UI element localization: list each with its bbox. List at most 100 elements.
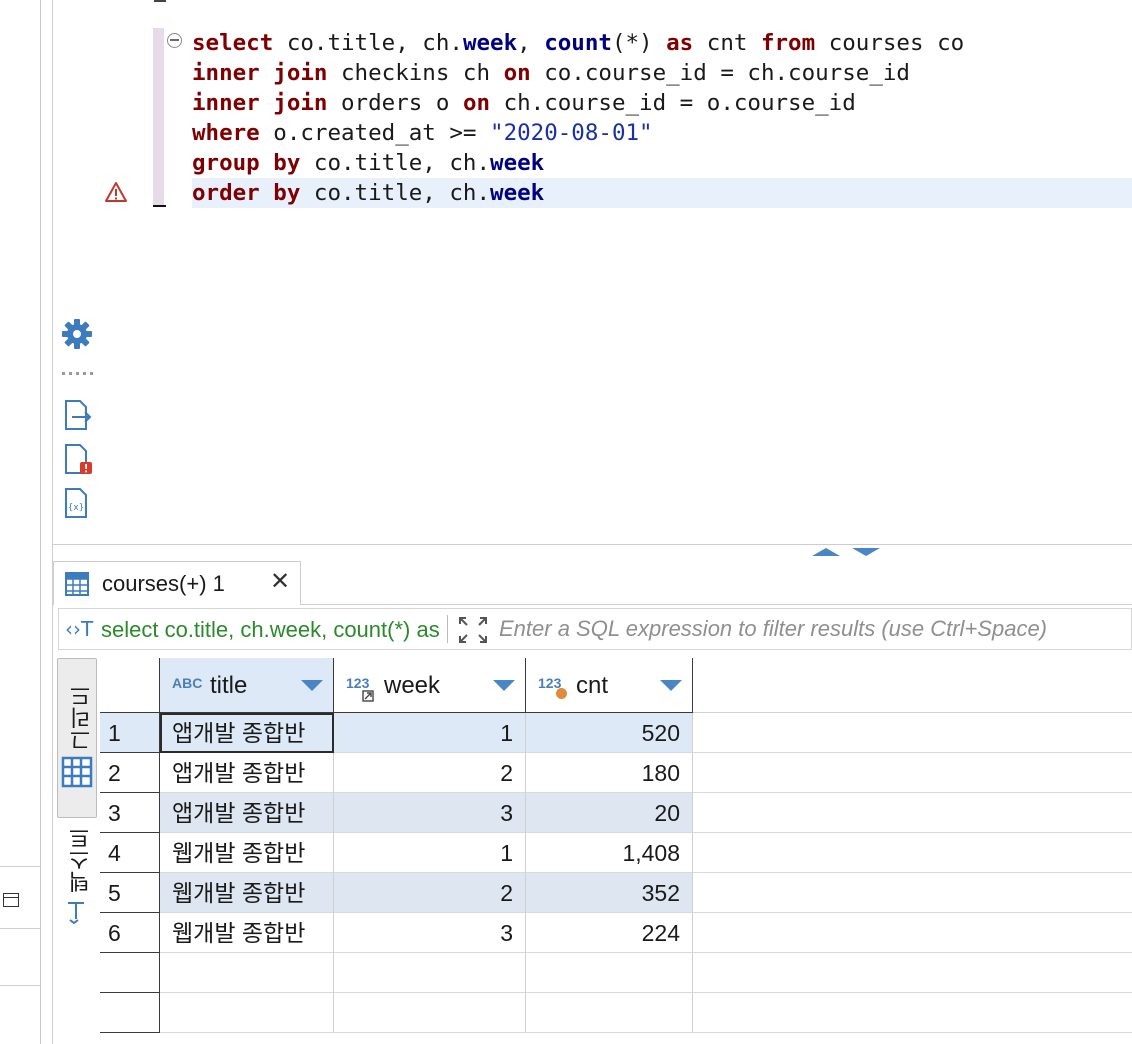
empty-row	[100, 953, 1132, 993]
title-cell[interactable]: 앱개발 종합반	[160, 753, 334, 793]
sql-text: co.title, ch.	[273, 30, 463, 56]
title-cell[interactable]: 웹개발 종합반	[160, 833, 334, 873]
sort-dropdown-icon[interactable]	[493, 680, 515, 691]
sql-keyword: on	[503, 60, 531, 86]
sql-keyword: select	[192, 30, 274, 56]
column-header-title[interactable]: ABC title	[160, 658, 334, 713]
tab-results[interactable]: courses(+) 1 ✕	[53, 561, 301, 605]
title-cell[interactable]: 웹개발 종합반	[160, 913, 334, 953]
title-cell[interactable]: 앱개발 종합반	[160, 713, 334, 753]
cnt-cell[interactable]: 520	[526, 713, 693, 753]
results-grid[interactable]: ABC title 123 week 123 cnt 1 앱개발 종합반 1 520 2…	[100, 658, 1132, 1044]
row-number-header[interactable]	[100, 658, 160, 713]
week-cell[interactable]: 3	[334, 793, 526, 833]
sql-code[interactable]: select co.title, ch.week, count(*) as cn…	[192, 28, 1132, 208]
file-variables-icon[interactable]: {x}	[60, 487, 94, 521]
row-filler	[693, 913, 1132, 953]
maximize-window-icon[interactable]	[3, 893, 19, 907]
sql-string: "2020-08-01"	[490, 120, 653, 146]
week-cell[interactable]: 2	[334, 873, 526, 913]
query-preview[interactable]: select co.title, ch.week, count(*) as cn…	[101, 617, 441, 643]
type-badge: 123	[346, 675, 370, 691]
warning-triangle-icon[interactable]	[104, 181, 128, 203]
week-cell[interactable]: 1	[334, 713, 526, 753]
collapse-fold-icon[interactable]	[167, 33, 182, 48]
cnt-cell[interactable]: 180	[526, 753, 693, 793]
row-number-cell[interactable]: 6	[100, 913, 160, 953]
column-header-cnt[interactable]: 123 cnt	[526, 658, 693, 713]
empty-row	[100, 993, 1132, 1033]
tab-grid-view[interactable]: 그리드	[57, 658, 97, 818]
week-cell[interactable]: 2	[334, 753, 526, 793]
column-header-week[interactable]: 123 week	[334, 658, 526, 713]
empty-cell	[526, 953, 693, 993]
row-number-cell[interactable]: 2	[100, 753, 160, 793]
file-error-icon[interactable]	[60, 443, 94, 477]
view-mode-tabs: 그리드 텍스트	[53, 655, 99, 1044]
cnt-cell[interactable]: 352	[526, 873, 693, 913]
grid-tab-label: 그리드	[69, 685, 94, 751]
gear-icon[interactable]	[60, 317, 94, 351]
table-grid-icon	[61, 756, 93, 788]
fold-range-bar	[153, 28, 164, 206]
sql-text: checkins ch	[327, 60, 504, 86]
sql-function: week	[462, 30, 518, 56]
cnt-cell[interactable]: 224	[526, 913, 693, 953]
empty-cell	[100, 993, 160, 1033]
filter-bar: ‹›T select co.title, ch.week, count(*) a…	[58, 608, 1132, 650]
sql-text: cnt	[693, 30, 761, 56]
sash-down-icon[interactable]	[850, 547, 882, 557]
cnt-cell[interactable]: 1,408	[526, 833, 693, 873]
title-cell[interactable]: 웹개발 종합반	[160, 873, 334, 913]
week-cell[interactable]: 3	[334, 913, 526, 953]
sort-dropdown-icon[interactable]	[660, 680, 682, 691]
row-number-cell[interactable]: 4	[100, 833, 160, 873]
sql-text: courses co	[815, 30, 965, 56]
table-row[interactable]: 6 웹개발 종합반 3 224	[100, 913, 1132, 953]
sql-keyword: inner join	[192, 90, 328, 116]
expand-icon[interactable]	[457, 615, 489, 645]
sql-text: co.title, ch.	[300, 180, 491, 206]
text-cursor-marker	[153, 205, 166, 207]
export-file-icon[interactable]	[60, 399, 94, 431]
left-panel-strip	[0, 0, 41, 1044]
ruler-mark	[154, 0, 166, 2]
more-dots-icon[interactable]	[60, 367, 94, 377]
table-row[interactable]: 3 앱개발 종합반 3 20	[100, 793, 1132, 833]
panel-divider	[0, 928, 40, 929]
code-line[interactable]: select co.title, ch.week, count(*) as cn…	[192, 28, 1132, 58]
title-cell[interactable]: 앱개발 종합반	[160, 793, 334, 833]
svg-text:{x}: {x}	[68, 503, 85, 513]
sash-up-icon[interactable]	[810, 547, 842, 557]
cnt-cell[interactable]: 20	[526, 793, 693, 833]
code-line[interactable]: inner join checkins ch on co.course_id =…	[192, 58, 1132, 88]
empty-cell	[160, 993, 334, 1033]
row-number-cell[interactable]: 5	[100, 873, 160, 913]
code-line[interactable]: group by co.title, ch.week	[192, 148, 1132, 178]
week-cell[interactable]: 1	[334, 833, 526, 873]
table-row[interactable]: 2 앱개발 종합반 2 180	[100, 753, 1132, 793]
sql-function: week	[490, 180, 545, 206]
tab-text-view[interactable]: 텍스트	[57, 827, 97, 937]
key-link-icon	[362, 690, 374, 702]
table-row[interactable]: 4 웹개발 종합반 1 1,408	[100, 833, 1132, 873]
empty-cell	[693, 993, 1132, 1033]
code-line[interactable]: where o.created_at >= "2020-08-01"	[192, 118, 1132, 148]
row-number-cell[interactable]: 1	[100, 713, 160, 753]
sql-text: ,	[517, 30, 545, 56]
table-row[interactable]: 5 웹개발 종합반 2 352	[100, 873, 1132, 913]
code-line[interactable]: inner join orders o on ch.course_id = o.…	[192, 88, 1132, 118]
close-icon[interactable]: ✕	[270, 570, 290, 594]
tab-label: courses(+) 1	[102, 571, 225, 596]
sort-dropdown-icon[interactable]	[301, 680, 323, 691]
sql-keyword: order by	[192, 180, 301, 206]
row-number-cell[interactable]: 3	[100, 793, 160, 833]
column-name: week	[384, 672, 441, 699]
sql-text-icon: ‹›T	[65, 617, 94, 641]
table-row[interactable]: 1 앱개발 종합반 1 520	[100, 713, 1132, 753]
filter-input[interactable]	[499, 615, 1131, 643]
computed-column-icon	[556, 688, 567, 699]
sql-text: co.title, ch.	[300, 150, 491, 176]
panel-splitter[interactable]	[53, 544, 1132, 561]
code-line[interactable]: order by co.title, ch.week	[192, 178, 1132, 208]
